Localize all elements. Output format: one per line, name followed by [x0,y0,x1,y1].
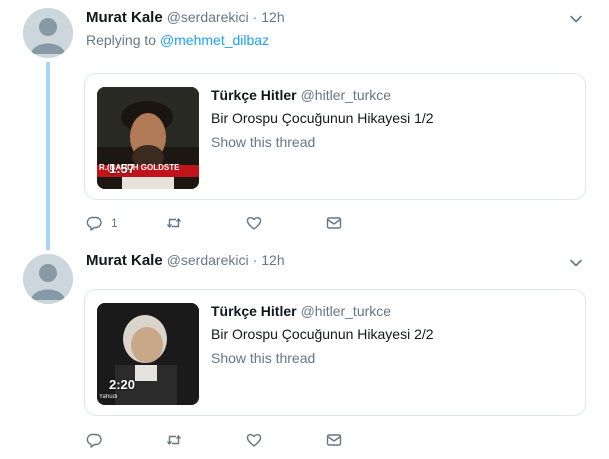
quoted-tweet-content: Türkçe Hitler @hitler_turkce Bir Orospu … [211,303,434,366]
video-duration: 2:20 [109,377,136,392]
heart-icon [246,433,262,447]
reply-button[interactable] [86,431,166,449]
show-thread-link[interactable]: Show this thread [211,134,434,150]
quoted-tweet-header: Türkçe Hitler @hitler_turkce [211,303,434,319]
author-handle[interactable]: @serdarekici [167,9,249,25]
quoted-tweet-header: Türkçe Hitler @hitler_turkce [211,87,434,103]
tweet-actions: 1 [86,214,406,232]
chevron-down-icon[interactable] [569,12,583,26]
envelope-icon [326,434,342,446]
video-caption: Yahudi [99,394,118,400]
heart-icon [246,216,262,230]
tweet-header: Murat Kale @serdarekici · 12h [86,252,285,269]
timestamp[interactable]: 12h [261,9,284,25]
replying-to: Replying to @mehmet_dilbaz [86,32,269,48]
quoted-tweet-text: Bir Orospu Çocuğunun Hikayesi 1/2 [211,110,434,126]
author-handle[interactable]: @serdarekici [167,252,249,268]
separator-dot: · [252,252,258,268]
quoted-tweet-text: Bir Orospu Çocuğunun Hikayesi 2/2 [211,326,434,342]
envelope-icon [326,217,342,229]
reply-count: 1 [111,216,118,230]
direct-message-button[interactable] [326,431,406,449]
show-thread-link[interactable]: Show this thread [211,350,434,366]
quoted-author-name: Türkçe Hitler [211,87,297,103]
default-avatar-icon [23,254,73,304]
tweet[interactable]: Murat Kale @serdarekici · 12h Yahudi 2:2… [0,245,609,459]
retweet-button[interactable] [166,214,246,232]
reply-icon [86,433,102,448]
retweet-icon [166,434,182,446]
like-button[interactable] [246,431,326,449]
chevron-down-icon[interactable] [569,256,583,270]
tweet[interactable]: Murat Kale @serdarekici · 12h Replying t… [0,0,609,250]
quoted-author-handle: @hitler_turkce [300,87,392,103]
quoted-tweet-card[interactable]: R.(BARUH GOLDSTE 1:57 Türkçe Hitler @hit… [84,73,586,200]
avatar[interactable] [23,8,73,58]
timestamp[interactable]: 12h [261,252,284,268]
tweet-actions [86,431,406,449]
reply-icon [86,216,102,231]
retweet-button[interactable] [166,431,246,449]
quoted-tweet-content: Türkçe Hitler @hitler_turkce Bir Orospu … [211,87,434,150]
replying-prefix: Replying to [86,32,157,48]
like-button[interactable] [246,214,326,232]
avatar[interactable] [23,254,73,304]
default-avatar-icon [23,8,73,58]
video-duration: 1:57 [109,161,136,176]
replying-mention-link[interactable]: @mehmet_dilbaz [160,32,269,48]
separator-dot: · [252,9,258,25]
video-thumbnail[interactable]: R.(BARUH GOLDSTE 1:57 [97,87,199,189]
author-name[interactable]: Murat Kale [86,9,163,26]
video-thumbnail[interactable]: Yahudi 2:20 [97,303,199,405]
reply-button[interactable]: 1 [86,214,166,232]
tweet-header: Murat Kale @serdarekici · 12h [86,9,285,26]
quoted-author-name: Türkçe Hitler [211,303,297,319]
retweet-icon [166,217,182,229]
quoted-author-handle: @hitler_turkce [300,303,392,319]
quoted-tweet-card[interactable]: Yahudi 2:20 Türkçe Hitler @hitler_turkce… [84,289,586,416]
author-name[interactable]: Murat Kale [86,252,163,269]
direct-message-button[interactable] [326,214,406,232]
thread-connector [46,62,50,250]
